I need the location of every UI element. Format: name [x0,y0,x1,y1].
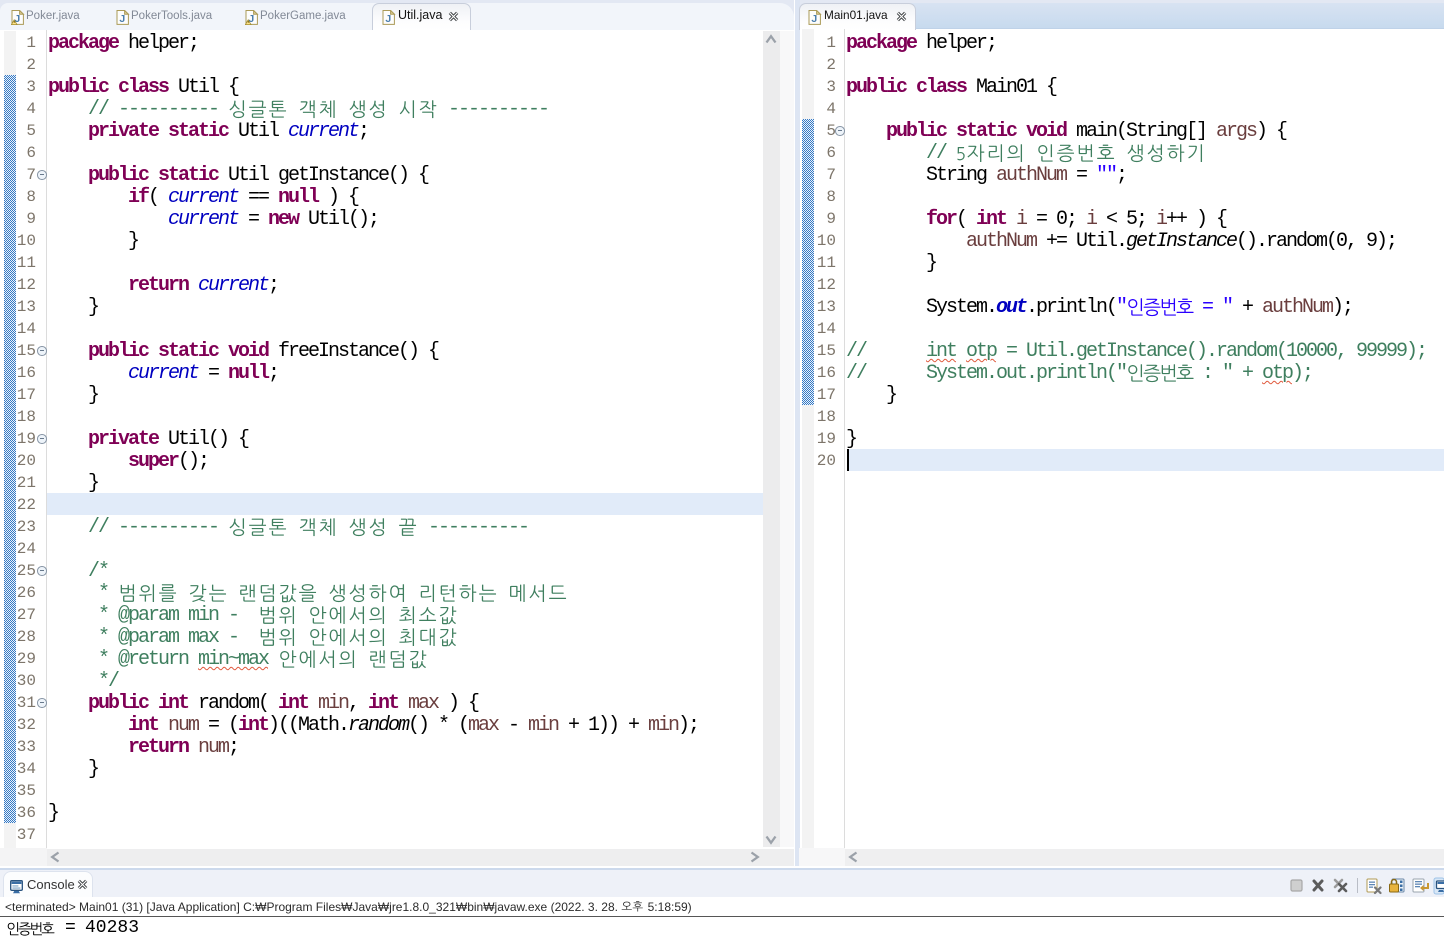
svg-text:J: J [811,13,817,25]
svg-text:J: J [119,13,125,25]
svg-text:J: J [385,13,391,25]
